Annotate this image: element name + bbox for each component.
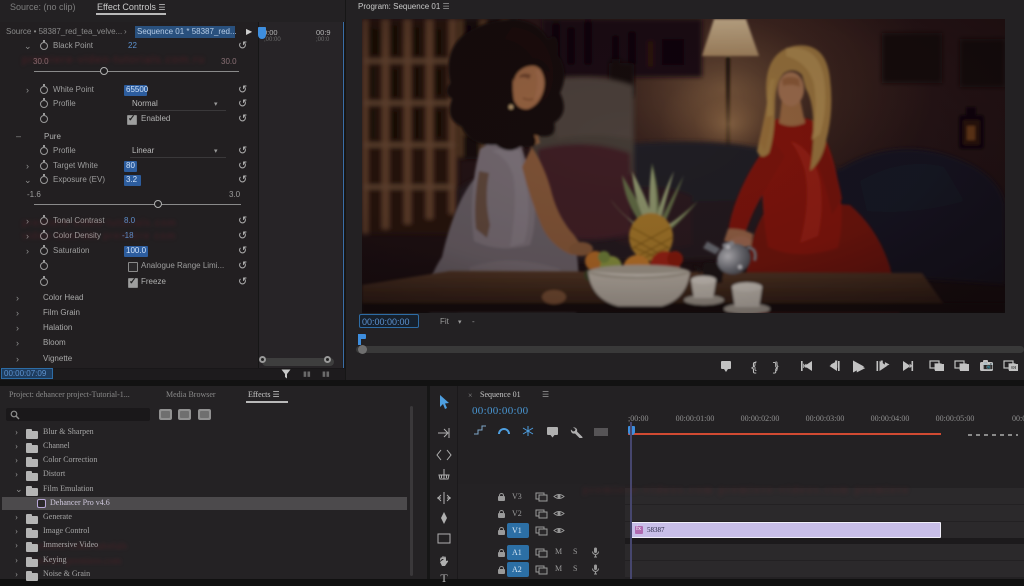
svg-text:T: T: [440, 571, 448, 585]
